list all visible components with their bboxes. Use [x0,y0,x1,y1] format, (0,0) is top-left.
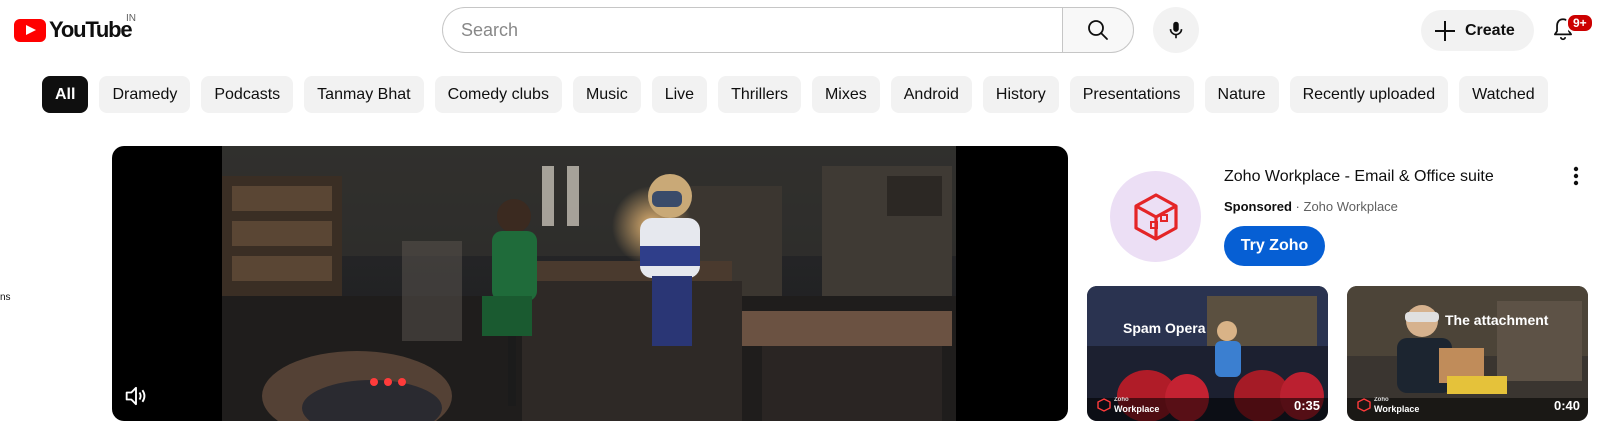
ad-thumbnail-the-attachment[interactable]: The attachment Zoho Workplace 0:40 [1347,286,1588,421]
brand-bottom: Workplace [1114,404,1160,414]
thumbnail-caption: Spam Opera [1123,320,1206,336]
try-zoho-button[interactable]: Try Zoho [1224,226,1325,266]
ad-title[interactable]: Zoho Workplace - Email & Office suite [1224,168,1494,186]
logo-text: YouTube [49,17,133,42]
chip-podcasts[interactable]: Podcasts [201,76,294,113]
advertiser-avatar[interactable] [1110,171,1201,262]
chip-live[interactable]: Live [651,76,708,113]
chip-recently-uploaded[interactable]: Recently uploaded [1289,76,1449,113]
thumbnail-caption: The attachment [1445,312,1549,328]
zoho-cube-icon [1133,192,1178,241]
plus-icon [1435,20,1455,41]
voice-search-button[interactable] [1153,7,1199,53]
notification-badge: 9+ [1566,13,1594,33]
microphone-icon [1169,21,1183,39]
thumbnail-duration: 0:35 [1293,398,1320,413]
thumbnail-brand: Zoho Workplace [1097,396,1159,414]
video-frame [222,146,956,421]
chip-comedy-clubs[interactable]: Comedy clubs [434,76,562,113]
zoho-mini-cube-icon [1357,398,1371,412]
chip-watched[interactable]: Watched [1459,76,1548,113]
chip-history[interactable]: History [982,76,1059,113]
brand-top: Zoho [1374,397,1389,403]
chip-mixes[interactable]: Mixes [811,76,880,113]
create-label: Create [1465,21,1515,39]
brand-bottom: Workplace [1374,404,1420,414]
zoho-mini-cube-icon [1097,398,1111,412]
chip-android[interactable]: Android [890,76,972,113]
search-button[interactable] [1062,7,1134,53]
thumbnail-brand: Zoho Workplace [1357,396,1419,414]
youtube-logo[interactable]: YouTube [14,17,133,43]
more-actions-button[interactable] [1568,164,1584,188]
search-box [442,7,1134,53]
country-code: IN [126,13,136,24]
masthead: YouTube IN Create 9+ [0,0,1600,62]
brand-top: Zoho [1114,397,1129,403]
create-button[interactable]: Create [1421,10,1534,51]
ad-video-player[interactable] [112,146,1068,421]
filter-chip-bar: All Dramedy Podcasts Tanmay Bhat Comedy club… [42,76,1600,114]
speaker-icon [125,386,146,406]
chip-thrillers[interactable]: Thrillers [718,76,801,113]
ad-meta: Sponsored · Zoho Workplace [1224,199,1398,214]
chip-music[interactable]: Music [572,76,641,113]
chip-nature[interactable]: Nature [1204,76,1279,113]
advertiser-name[interactable]: Zoho Workplace [1304,199,1398,214]
sponsored-label: Sponsored [1224,199,1292,214]
chip-all[interactable]: All [42,76,89,113]
thumbnail-duration: 0:40 [1553,398,1580,413]
chip-presentations[interactable]: Presentations [1069,76,1194,113]
ad-thumbnail-spam-opera[interactable]: Spam Opera Zoho Workplace 0:35 [1087,286,1328,421]
more-vert-icon [1573,166,1579,186]
mute-button[interactable] [122,382,150,410]
search-icon [1088,20,1108,40]
youtube-play-icon [14,18,46,42]
sidebar-fragment: ns [0,292,11,303]
search-input[interactable] [442,7,1062,53]
chip-tanmay-bhat[interactable]: Tanmay Bhat [304,76,424,113]
chip-dramedy[interactable]: Dramedy [99,76,191,113]
meta-separator: · [1295,199,1300,214]
